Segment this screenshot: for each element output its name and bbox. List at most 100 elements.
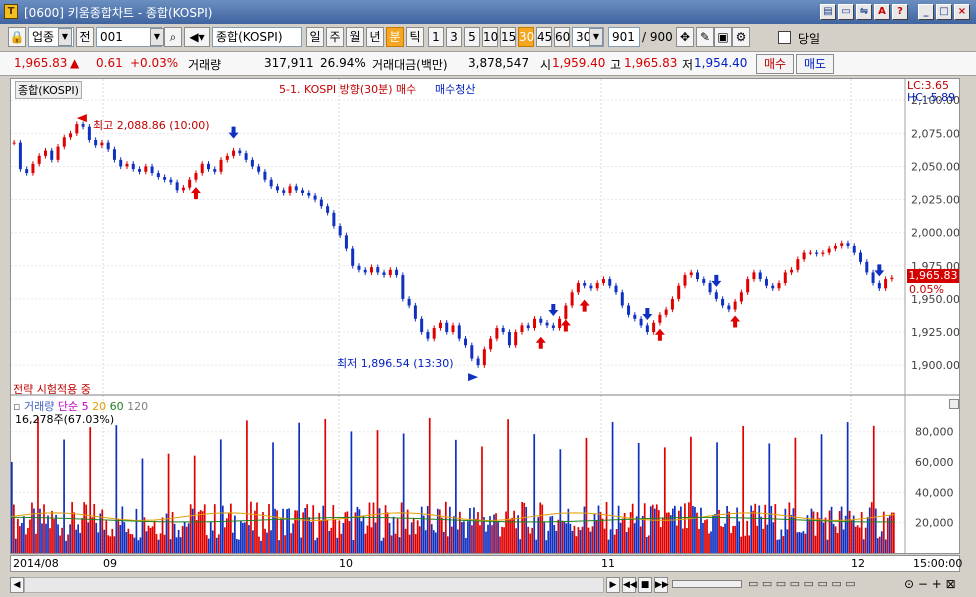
sound-icon[interactable]: ◀▾ — [184, 27, 210, 47]
volume-bar — [752, 510, 755, 553]
candle-body — [833, 245, 837, 249]
window-icon[interactable]: ▭ — [838, 4, 854, 20]
volume-bar — [467, 521, 469, 553]
minute-15-button[interactable]: 15 — [500, 27, 516, 47]
view-tools-icon[interactable]: ▭ ▭ ▭ ▭ ▭ ▭ ▭ ▭ — [748, 577, 856, 590]
zoom-slider[interactable] — [672, 580, 742, 588]
count-input[interactable]: 901 — [608, 27, 640, 47]
volume-bar — [581, 526, 584, 553]
volume-bar — [748, 535, 751, 553]
name-field[interactable]: 종합(KOSPI) — [212, 27, 302, 47]
buy-button[interactable]: 매수 — [756, 54, 794, 74]
volume-bar — [671, 508, 674, 553]
fast-forward-icon[interactable]: ▶▶ — [654, 577, 669, 593]
symbol-label[interactable]: 종합(KOSPI) — [15, 81, 82, 99]
stop-icon[interactable]: ■ — [638, 577, 652, 593]
volume-bar — [501, 526, 503, 553]
panel-close-icon[interactable] — [949, 399, 959, 409]
volume-bar — [414, 534, 417, 553]
chart-area[interactable]: 2,100.00 2,075.00 2,050.00 2,025.00 2,000.00… — [10, 78, 960, 554]
volume-bar — [617, 505, 620, 553]
volume-bar — [615, 529, 618, 553]
minimize-icon[interactable]: _ — [918, 4, 934, 20]
lock-icon[interactable]: 🔒 — [8, 27, 26, 47]
scroll-left-icon[interactable]: ◀ — [10, 577, 24, 593]
candle-body — [746, 279, 750, 293]
save-icon[interactable]: ▣ — [714, 27, 732, 47]
volume-bar — [878, 536, 881, 553]
rewind-icon[interactable]: ◀◀ — [622, 577, 637, 593]
volume-bar — [782, 536, 785, 553]
volume-bar — [236, 539, 238, 553]
candle-body — [426, 332, 430, 339]
volume-bar — [444, 501, 447, 553]
volume-bar — [294, 510, 296, 553]
link-icon[interactable]: ⇋ — [856, 4, 872, 20]
candle-body — [81, 124, 85, 127]
volume-bar — [541, 504, 544, 553]
minute-30-button[interactable]: 30 — [518, 27, 534, 47]
volume-bar — [37, 416, 39, 553]
ma120-label: 120 — [127, 400, 149, 413]
volume-bar — [450, 526, 453, 553]
candle-body — [18, 142, 22, 170]
period-month-button[interactable]: 월 — [346, 27, 364, 47]
minute-45-button[interactable]: 45 — [536, 27, 552, 47]
volume-bar — [866, 516, 869, 553]
minute-3-button[interactable]: 3 — [446, 27, 462, 47]
minute-60-button[interactable]: 60 — [554, 27, 570, 47]
volume-bar — [274, 508, 276, 553]
help-icon[interactable]: ? — [892, 4, 908, 20]
volume-bar — [744, 535, 747, 553]
candle-body — [739, 292, 743, 302]
minute-1-button[interactable]: 1 — [428, 27, 444, 47]
volume-bar — [19, 526, 21, 553]
period-day-button[interactable]: 일 — [306, 27, 324, 47]
candle-body — [877, 283, 881, 289]
volume-bar — [83, 502, 86, 553]
close-icon[interactable]: × — [954, 4, 970, 20]
candle-body — [852, 245, 856, 253]
quote-bar: 1,965.83 ▲ 0.61 +0.03% 거래량 317,911 26.94… — [0, 52, 976, 76]
volume-bar — [539, 502, 542, 553]
font-icon[interactable]: A — [874, 4, 890, 20]
volume-bar — [714, 514, 716, 553]
play-icon[interactable]: ▶ — [606, 577, 620, 593]
chevron-down-icon[interactable]: ▼ — [589, 28, 603, 46]
all-button[interactable]: 전 — [76, 27, 94, 47]
layout-icon[interactable]: ▤ — [820, 4, 836, 20]
search-icon[interactable]: ⌕ — [164, 27, 182, 47]
sell-button[interactable]: 매도 — [796, 54, 834, 74]
chevron-down-icon[interactable]: ▼ — [58, 28, 72, 46]
zoom-controls[interactable]: ⊙ − + ⊠ — [904, 577, 956, 591]
volume-bar — [730, 533, 732, 553]
draw-icon[interactable]: ✎ — [696, 27, 714, 47]
period-year-button[interactable]: 년 — [366, 27, 384, 47]
scroll-track[interactable] — [24, 577, 604, 593]
volume-bar — [852, 515, 855, 553]
minute-5-button[interactable]: 5 — [464, 27, 480, 47]
volume-bar — [645, 537, 648, 553]
volume-bar — [103, 529, 106, 553]
period-minute-button[interactable]: 분 — [386, 27, 404, 47]
period-tick-button[interactable]: 틱 — [406, 27, 424, 47]
scroll-bar[interactable]: ◀ ▶ ◀◀ ■ ▶▶ ▭ ▭ ▭ ▭ ▭ ▭ ▭ ▭ ⊙ − + ⊠ — [0, 574, 976, 597]
volume-bar — [690, 436, 692, 553]
candle-body — [156, 173, 160, 178]
volume-bar — [890, 512, 893, 553]
candle-body — [138, 169, 142, 172]
volume-bar — [412, 517, 415, 553]
volume-bar — [334, 519, 337, 553]
maximize-icon[interactable]: □ — [936, 4, 952, 20]
volume-bar — [589, 531, 592, 553]
gear-icon[interactable]: ⚙ — [732, 27, 750, 47]
volume-bar — [786, 529, 789, 553]
volume-bar — [621, 518, 624, 553]
minute-10-button[interactable]: 10 — [482, 27, 498, 47]
today-checkbox[interactable] — [778, 31, 791, 44]
pan-icon[interactable]: ✥ — [676, 27, 694, 47]
chart-svg[interactable]: 2,100.002,075.002,050.002,025.002,000.00… — [11, 79, 959, 553]
chevron-down-icon[interactable]: ▼ — [150, 28, 164, 46]
volume-bar — [571, 530, 574, 553]
period-week-button[interactable]: 주 — [326, 27, 344, 47]
